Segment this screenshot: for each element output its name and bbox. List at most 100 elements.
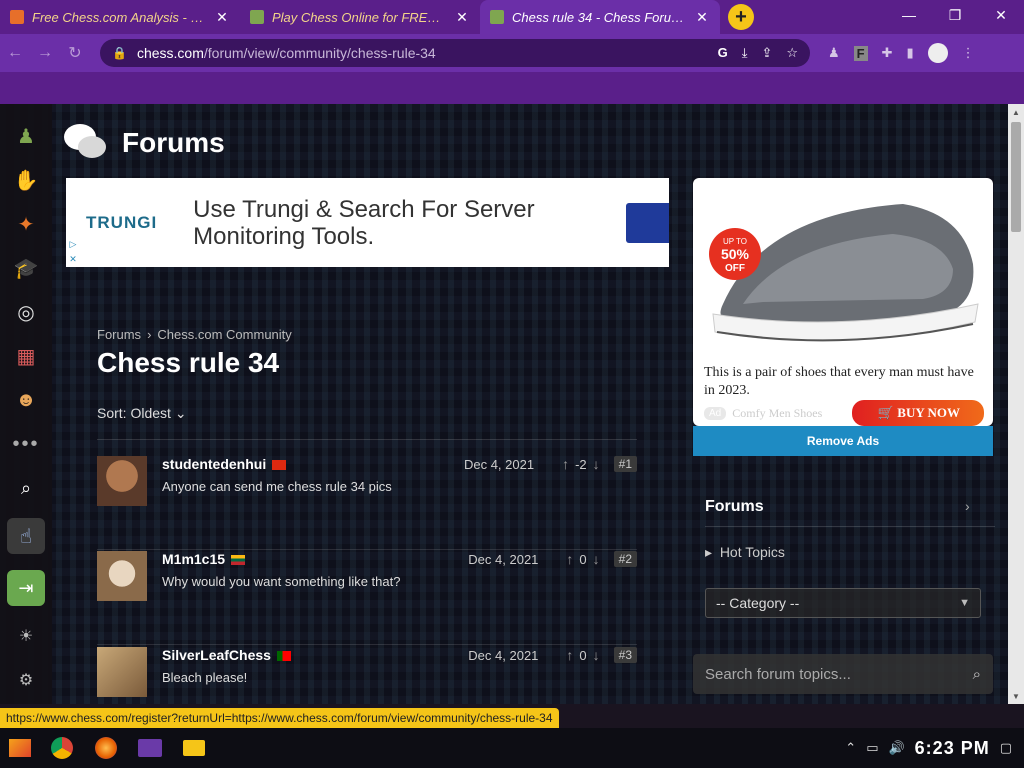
pawn-extension-icon[interactable]: ♟ — [828, 45, 840, 61]
post-meta: Dec 4, 2021 ↑ 0 ↓ #2 — [468, 551, 637, 567]
address-bar: ← → ↻ 🔒 chess.com/forum/view/community/c… — [0, 34, 1024, 72]
close-tab-icon[interactable]: ✕ — [694, 9, 710, 25]
adchoices-icon[interactable]: ▷ ✕ — [66, 237, 80, 267]
reload-icon[interactable]: ↻ — [60, 43, 90, 63]
avatar[interactable] — [97, 456, 147, 506]
pawn-favicon-icon — [250, 10, 264, 24]
login-icon[interactable]: ⇥ — [7, 570, 45, 606]
tab-label: Play Chess Online for FREE wi — [272, 9, 448, 25]
scroll-up-icon[interactable]: ▲ — [1008, 104, 1024, 120]
upvote-icon[interactable]: ↑ — [566, 647, 573, 663]
post-number[interactable]: #3 — [613, 647, 637, 663]
media-app-icon[interactable] — [128, 728, 172, 768]
search-icon[interactable]: ⌕ — [973, 666, 981, 683]
google-icon[interactable]: G — [718, 45, 728, 61]
chrome-icon[interactable] — [40, 728, 84, 768]
post-username[interactable]: studentedenhui — [162, 456, 287, 472]
ad-cta-button[interactable] — [626, 203, 669, 243]
chevron-right-icon[interactable]: › — [965, 498, 970, 514]
learn-icon[interactable]: 🎓 — [12, 254, 40, 282]
puzzle-extensions-icon[interactable]: ✚ — [882, 45, 893, 61]
minimize-icon[interactable]: — — [886, 0, 932, 30]
upvote-icon[interactable]: ↑ — [566, 551, 573, 567]
restore-icon[interactable]: ❐ — [932, 0, 978, 30]
new-tab-button[interactable]: + — [728, 4, 754, 30]
ad-brand: TRUNGI — [86, 212, 158, 232]
post-username[interactable]: SilverLeafChess — [162, 647, 291, 663]
breadcrumb-community[interactable]: Chess.com Community — [157, 327, 291, 342]
firefox-icon[interactable] — [84, 728, 128, 768]
search-icon[interactable]: ⌕ — [12, 474, 40, 502]
clock[interactable]: 6:23 PM — [915, 738, 990, 759]
tab-play[interactable]: Play Chess Online for FREE wi ✕ — [240, 0, 480, 34]
tab-bar: Free Chess.com Analysis - Chr ✕ Play Che… — [0, 0, 1024, 34]
menu-dots-icon[interactable]: ⋮ — [962, 45, 975, 61]
file-explorer-icon[interactable] — [172, 728, 216, 768]
downvote-icon[interactable]: ↓ — [593, 647, 600, 663]
hot-topics-toggle[interactable]: ▸ Hot Topics — [705, 544, 785, 561]
tab-forum[interactable]: Chess rule 34 - Chess Forums - ✕ — [480, 0, 720, 34]
forums-header: Forums — [64, 124, 225, 162]
sidepanel-icon[interactable]: ▮ — [907, 45, 914, 61]
avatar[interactable] — [97, 551, 147, 601]
buy-now-button[interactable]: 🛒 BUY NOW — [851, 400, 984, 426]
social-icon[interactable]: ☻ — [12, 386, 40, 414]
forum-search-input[interactable]: Search forum topics... ⌕ — [693, 654, 993, 694]
f-extension-icon[interactable]: F — [853, 45, 868, 61]
theme-icon[interactable]: ☀ — [12, 622, 40, 650]
scroll-down-icon[interactable]: ▼ — [1008, 688, 1024, 704]
install-icon[interactable]: ⤓ — [742, 45, 748, 61]
ad-footer: Ad Comfy Men Shoes 🛒 BUY NOW — [704, 400, 984, 426]
watch-icon[interactable]: ◎ — [12, 298, 40, 326]
sidebar-forums-title: Forums — [705, 498, 764, 515]
share-icon[interactable]: ⇪ — [761, 45, 772, 61]
category-select[interactable]: -- Category -- ▼ — [705, 588, 981, 618]
post-text: Anyone can send me chess rule 34 pics — [162, 479, 392, 494]
sidebar-ad[interactable]: UP TO 50% OFF This is a pair of shoes th… — [693, 178, 993, 426]
breadcrumb-forums[interactable]: Forums — [97, 327, 141, 342]
network-icon[interactable]: ▭ — [866, 740, 878, 756]
sort-dropdown[interactable]: Sort: Oldest ⌄ — [97, 405, 187, 422]
divider — [97, 549, 637, 550]
bookmark-star-icon[interactable]: ☆ — [786, 45, 798, 61]
volume-icon[interactable]: 🔊 — [888, 740, 904, 756]
close-window-icon[interactable]: ✕ — [978, 0, 1024, 30]
profile-avatar-icon[interactable] — [927, 43, 948, 63]
page-header-band — [0, 72, 1024, 104]
post-meta: Dec 4, 2021 ↑ -2 ↓ #1 — [464, 456, 637, 472]
cart-icon: 🛒 — [877, 405, 895, 420]
avatar[interactable] — [97, 647, 147, 697]
scrollbar[interactable]: ▲ ▼ — [1008, 104, 1024, 704]
play-icon[interactable]: ✋ — [12, 166, 40, 194]
upvote-icon[interactable]: ↑ — [562, 456, 569, 472]
close-tab-icon[interactable]: ✕ — [214, 9, 230, 25]
close-tab-icon[interactable]: ✕ — [454, 9, 470, 25]
tab-analysis[interactable]: Free Chess.com Analysis - Chr ✕ — [0, 0, 240, 34]
post-number[interactable]: #1 — [613, 456, 637, 472]
puzzles-icon[interactable]: ✦ — [12, 210, 40, 238]
post-number[interactable]: #2 — [613, 551, 637, 567]
remove-ads-button[interactable]: Remove Ads — [693, 426, 993, 456]
top-banner-ad[interactable]: TRUNGI Use Trungi & Search For Server Mo… — [66, 178, 669, 267]
chevron-up-icon[interactable]: ⌃ — [845, 740, 856, 756]
breadcrumb: Forums › Chess.com Community — [97, 327, 292, 342]
tab-label: Free Chess.com Analysis - Chr — [32, 9, 208, 25]
back-icon[interactable]: ← — [0, 44, 30, 62]
badge-text: OFF — [725, 263, 745, 274]
start-icon[interactable] — [0, 728, 40, 768]
chat-bubbles-icon — [64, 124, 108, 162]
news-icon[interactable]: ▦ — [12, 342, 40, 370]
hand-pointer-icon[interactable]: ☝ — [7, 518, 45, 554]
post-username[interactable]: M1m1c15 — [162, 551, 246, 567]
settings-icon[interactable]: ⚙ — [12, 666, 40, 694]
notification-icon[interactable]: ▢ — [1000, 740, 1012, 756]
chess-logo-icon[interactable]: ♟ — [12, 122, 40, 150]
vote-count: 0 — [579, 647, 587, 663]
downvote-icon[interactable]: ↓ — [593, 456, 600, 472]
url-field[interactable]: 🔒 chess.com/forum/view/community/chess-r… — [100, 39, 810, 67]
forward-icon[interactable]: → — [30, 44, 60, 62]
more-icon[interactable]: ••• — [12, 430, 40, 458]
system-tray: ⌃ ▭ 🔊 6:23 PM ▢ — [845, 738, 1024, 759]
scroll-thumb[interactable] — [1011, 122, 1021, 232]
downvote-icon[interactable]: ↓ — [593, 551, 600, 567]
